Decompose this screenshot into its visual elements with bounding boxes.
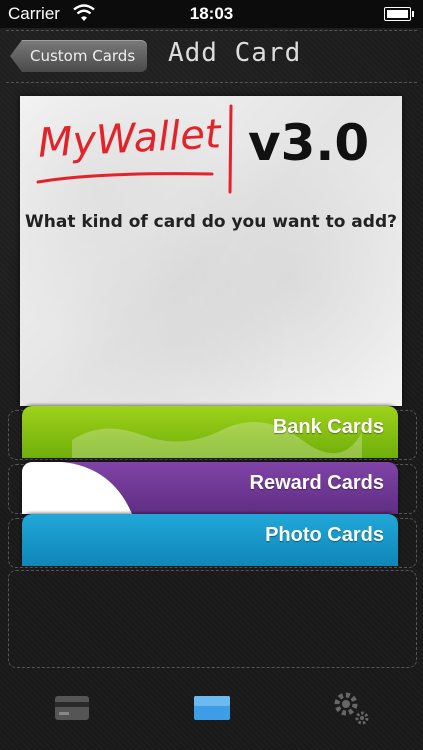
header-panel: MyWallet v3.0 What kind of card do you w… — [20, 96, 402, 406]
photo-cards-button[interactable]: Photo Cards — [22, 514, 398, 566]
status-bar: Carrier 18:03 — [0, 0, 423, 28]
tab-bar — [0, 680, 423, 750]
prompt-question: What kind of card do you want to add? — [25, 212, 397, 232]
divider-mark-icon — [228, 104, 233, 194]
reward-cards-button[interactable]: Reward Cards — [22, 462, 398, 514]
navigation-bar: Custom Cards Add Card — [0, 28, 423, 84]
page-title: Add Card — [168, 38, 302, 68]
photo-cards-label: Photo Cards — [265, 524, 384, 546]
stitch-top — [6, 30, 417, 31]
bank-cards-label: Bank Cards — [272, 416, 384, 438]
battery-icon — [384, 7, 414, 21]
bank-cards-button[interactable]: Bank Cards — [22, 406, 398, 458]
slot-outline-4 — [8, 570, 417, 668]
logo-underline-icon — [36, 172, 214, 184]
clock: 18:03 — [189, 4, 234, 23]
gear-icon[interactable] — [332, 690, 372, 726]
version-label: v3.0 — [248, 114, 370, 172]
back-button[interactable]: Custom Cards — [10, 40, 148, 72]
app-logo: MyWallet — [36, 111, 222, 167]
blue-card-icon[interactable] — [193, 694, 231, 722]
wave-graphic-icon — [22, 462, 132, 514]
stitch-bottom — [6, 82, 417, 83]
reward-cards-label: Reward Cards — [249, 472, 385, 494]
card-icon[interactable] — [54, 694, 90, 722]
